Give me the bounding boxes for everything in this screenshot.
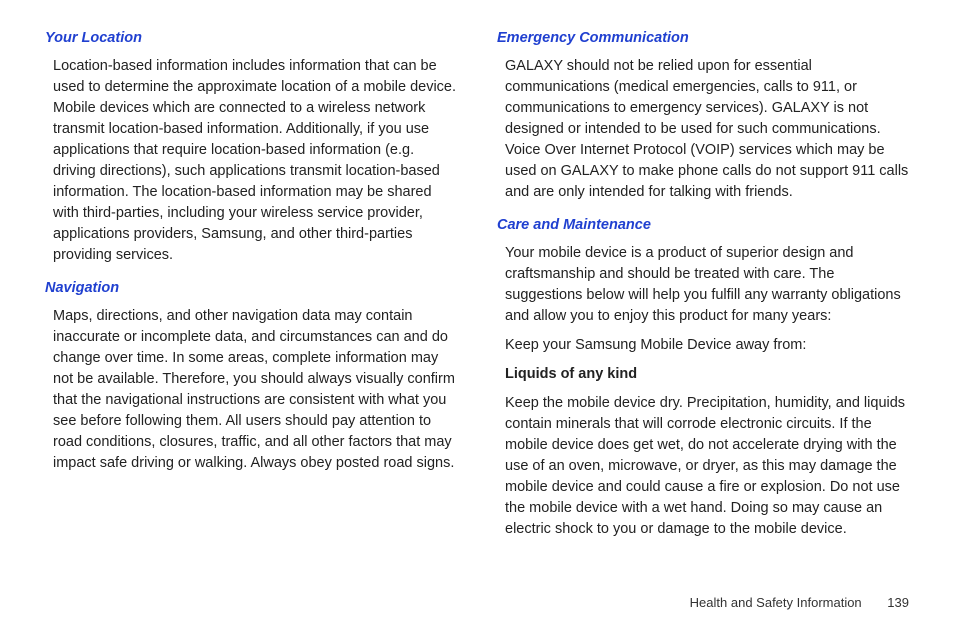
body-care-maintenance-2: Keep your Samsung Mobile Device away fro…: [497, 335, 909, 356]
right-column: Emergency Communication GALAXY should no…: [497, 30, 909, 548]
body-your-location: Location-based information includes info…: [45, 56, 457, 266]
heading-your-location: Your Location: [45, 30, 457, 46]
subheading-liquids: Liquids of any kind: [497, 364, 909, 385]
heading-navigation: Navigation: [45, 280, 457, 296]
page-content: Your Location Location-based information…: [0, 0, 954, 548]
left-column: Your Location Location-based information…: [45, 30, 457, 548]
body-emergency-communication: GALAXY should not be relied upon for ess…: [497, 56, 909, 203]
footer-section-title: Health and Safety Information: [690, 595, 862, 610]
page-footer: Health and Safety Information 139: [690, 595, 909, 610]
heading-emergency-communication: Emergency Communication: [497, 30, 909, 46]
body-liquids: Keep the mobile device dry. Precipitatio…: [497, 393, 909, 540]
footer-page-number: 139: [887, 595, 909, 610]
heading-care-maintenance: Care and Maintenance: [497, 217, 909, 233]
body-care-maintenance-1: Your mobile device is a product of super…: [497, 243, 909, 327]
body-navigation: Maps, directions, and other navigation d…: [45, 306, 457, 474]
